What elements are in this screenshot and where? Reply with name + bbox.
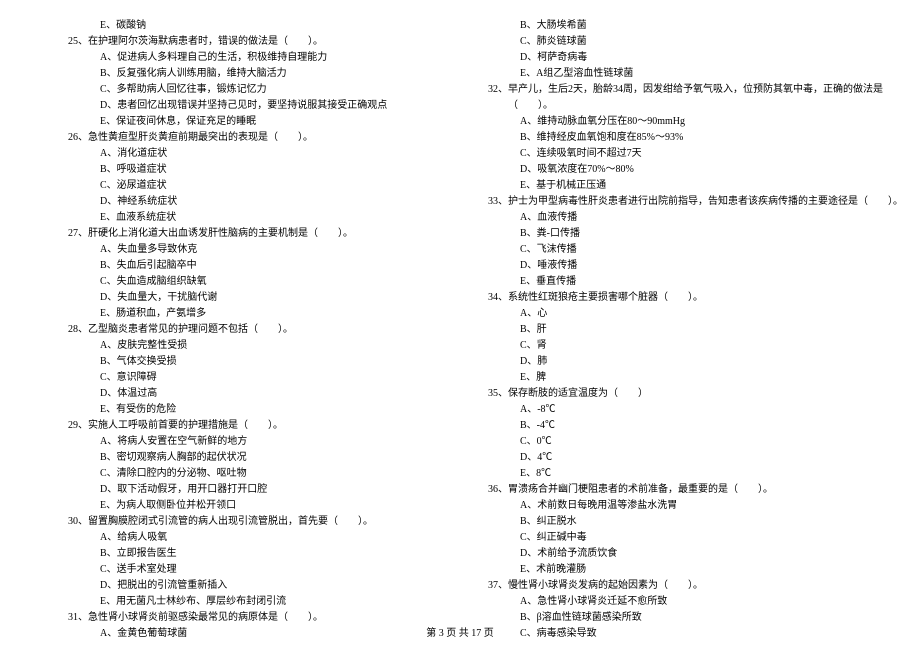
option-line: C、意识障碍 [60,370,440,386]
option-line: C、肾 [480,338,860,354]
question-line: 30、留置胸膜腔闭式引流管的病人出现引流管脱出，首先要（ ）。 [60,514,440,530]
question-line: 31、急性肾小球肾炎前驱感染最常见的病原体是（ ）。 [60,610,440,626]
option-line: D、取下活动假牙，用开口器打开口腔 [60,482,440,498]
option-line: B、β溶血性链球菌感染所致 [480,610,860,626]
option-line: C、飞沫传播 [480,242,860,258]
option-line: E、为病人取侧卧位并松开领口 [60,498,440,514]
option-line: C、肺炎链球菌 [480,34,860,50]
question-line: 35、保存断肢的适宜温度为（ ） [480,386,860,402]
option-line: D、柯萨奇病毒 [480,50,860,66]
question-line: 32、早产儿，生后2天，胎龄34周，因发绀给予氧气吸入，位预防其氧中毒，正确的做… [480,82,860,98]
option-line: D、肺 [480,354,860,370]
question-line: 28、乙型脑炎患者常见的护理问题不包括（ ）。 [60,322,440,338]
option-line: E、基于机械正压通 [480,178,860,194]
option-line: D、患者回忆出现错误并坚持己见时，要坚持说服其接受正确观点 [60,98,440,114]
question-line: 36、胃溃疡合并幽门梗阻患者的术前准备，最重要的是（ ）。 [480,482,860,498]
option-line: D、体温过高 [60,386,440,402]
option-line: E、脾 [480,370,860,386]
option-line: B、呼吸道症状 [60,162,440,178]
document-page: E、碳酸钠25、在护理阿尔茨海默病患者时，错误的做法是（ ）。A、促进病人多料理… [0,0,920,672]
option-line: E、有受伤的危险 [60,402,440,418]
option-line: B、气体交换受损 [60,354,440,370]
option-line: E、垂直传播 [480,274,860,290]
option-line: B、失血后引起脑卒中 [60,258,440,274]
option-line: A、血液传播 [480,210,860,226]
option-line: A、促进病人多料理自己的生活，积极维持自理能力 [60,50,440,66]
option-line: C、清除口腔内的分泌物、呕吐物 [60,466,440,482]
question-line: 26、急性黄疸型肝炎黄疸前期最突出的表现是（ ）。 [60,130,440,146]
question-line: 33、护士为甲型病毒性肝炎患者进行出院前指导，告知患者该疾病传播的主要途径是（ … [480,194,860,210]
page-footer: 第 3 页 共 17 页 [0,626,920,642]
option-line: E、血液系统症状 [60,210,440,226]
option-line: C、失血造成脑组织缺氧 [60,274,440,290]
option-line: C、送手术室处理 [60,562,440,578]
option-line: E、8℃ [480,466,860,482]
question-line: 29、实施人工呼吸前首要的护理措施是（ ）。 [60,418,440,434]
option-line: E、A组乙型溶血性链球菌 [480,66,860,82]
option-line: D、唾液传播 [480,258,860,274]
option-line: C、0℃ [480,434,860,450]
option-line: A、皮肤完整性受损 [60,338,440,354]
option-line: D、术前给予流质饮食 [480,546,860,562]
question-line: 37、慢性肾小球肾炎发病的起始因素为（ ）。 [480,578,860,594]
option-line: A、-8℃ [480,402,860,418]
option-line: D、失血量大，干扰脑代谢 [60,290,440,306]
left-column: E、碳酸钠25、在护理阿尔茨海默病患者时，错误的做法是（ ）。A、促进病人多料理… [60,18,440,642]
option-line: B、大肠埃希菌 [480,18,860,34]
option-line: C、连续吸氧时间不超过7天 [480,146,860,162]
option-line: D、4℃ [480,450,860,466]
option-line: D、把脱出的引流管重新插入 [60,578,440,594]
option-line: B、立即报告医生 [60,546,440,562]
option-line: D、神经系统症状 [60,194,440,210]
option-line: A、术前数日每晚用温等渗盐水洗胃 [480,498,860,514]
option-line: B、密切观察病人胸部的起伏状况 [60,450,440,466]
question-tail: （ ）。 [480,98,860,114]
option-line: B、维持经皮血氧饱和度在85%～93% [480,130,860,146]
option-line: E、碳酸钠 [60,18,440,34]
option-line: B、粪-口传播 [480,226,860,242]
option-line: A、将病人安置在空气新鲜的地方 [60,434,440,450]
option-line: A、失血量多导致休克 [60,242,440,258]
option-line: B、-4℃ [480,418,860,434]
option-line: A、消化道症状 [60,146,440,162]
question-line: 25、在护理阿尔茨海默病患者时，错误的做法是（ ）。 [60,34,440,50]
question-line: 27、肝硬化上消化道大出血诱发肝性脑病的主要机制是（ ）。 [60,226,440,242]
option-line: A、急性肾小球肾炎迁延不愈所致 [480,594,860,610]
option-line: A、给病人吸氧 [60,530,440,546]
option-line: E、用无菌凡士林纱布、厚层纱布封闭引流 [60,594,440,610]
option-line: D、吸氧浓度在70%～80% [480,162,860,178]
option-line: A、维持动脉血氧分压在80～90mmHg [480,114,860,130]
option-line: C、泌尿道症状 [60,178,440,194]
option-line: C、多帮助病人回忆往事，锻炼记忆力 [60,82,440,98]
option-line: B、纠正脱水 [480,514,860,530]
option-line: E、保证夜间休息，保证充足的睡眠 [60,114,440,130]
option-line: B、反复强化病人训练用脑，维持大脑活力 [60,66,440,82]
right-column: B、大肠埃希菌C、肺炎链球菌D、柯萨奇病毒E、A组乙型溶血性链球菌32、早产儿，… [480,18,860,642]
option-line: C、纠正碱中毒 [480,530,860,546]
option-line: E、术前晚灌肠 [480,562,860,578]
option-line: B、肝 [480,322,860,338]
option-line: E、肠道积血，产氨增多 [60,306,440,322]
question-line: 34、系统性红斑狼疮主要损害哪个脏器（ ）。 [480,290,860,306]
option-line: A、心 [480,306,860,322]
